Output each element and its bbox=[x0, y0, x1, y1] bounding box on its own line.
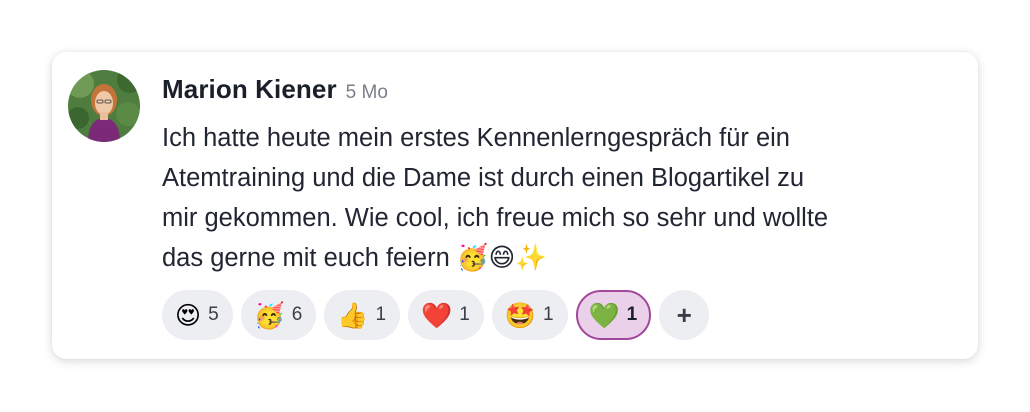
reaction-count: 1 bbox=[459, 304, 470, 325]
post-card: Marion Kiener 5 Mo Ich hatte heute mein … bbox=[52, 52, 978, 359]
post-timestamp: 5 Mo bbox=[345, 82, 388, 103]
reaction-count: 5 bbox=[208, 304, 219, 325]
avatar-image bbox=[68, 70, 140, 142]
reactions-bar: 😍 5 🥳 6 👍 1 ❤️ 1 🤩 1 💚 1 + bbox=[162, 290, 710, 340]
reaction-thumbs-up[interactable]: 👍 1 bbox=[324, 290, 401, 340]
post-header: Marion Kiener 5 Mo bbox=[162, 74, 388, 105]
reaction-count: 1 bbox=[626, 304, 638, 325]
message-line: mir gekommen. Wie cool, ich freue mich s… bbox=[162, 204, 829, 232]
reaction-count: 1 bbox=[542, 304, 554, 325]
message-body: Ich hatte heute mein erstes Kennenlernge… bbox=[162, 118, 962, 278]
star-struck-icon: 🤩 bbox=[504, 300, 536, 330]
add-reaction-button[interactable]: + bbox=[659, 290, 710, 340]
green-heart-icon: 💚 bbox=[588, 300, 620, 330]
reaction-green-heart[interactable]: 💚 1 bbox=[575, 290, 652, 340]
reaction-count: 6 bbox=[291, 304, 303, 325]
message-line: Ich hatte heute mein erstes Kennenlernge… bbox=[162, 124, 790, 152]
avatar[interactable] bbox=[68, 70, 140, 142]
message-line: das gerne mit euch feiern 🥳😄✨ bbox=[162, 244, 547, 272]
reaction-star-struck[interactable]: 🤩 1 bbox=[491, 290, 568, 340]
thumbs-up-icon: 👍 bbox=[337, 300, 369, 330]
party-face-icon: 🥳 bbox=[253, 300, 285, 330]
red-heart-icon: ❤️ bbox=[421, 300, 453, 330]
plus-icon: + bbox=[676, 300, 692, 330]
message-line: Atemtraining und die Dame ist durch eine… bbox=[162, 164, 805, 192]
heart-eyes-icon: 😍 bbox=[175, 300, 202, 330]
reaction-count: 1 bbox=[375, 304, 387, 325]
reaction-red-heart[interactable]: ❤️ 1 bbox=[408, 290, 484, 340]
reaction-heart-eyes[interactable]: 😍 5 bbox=[162, 290, 233, 340]
author-name[interactable]: Marion Kiener bbox=[162, 74, 337, 105]
reaction-party-face[interactable]: 🥳 6 bbox=[240, 290, 317, 340]
